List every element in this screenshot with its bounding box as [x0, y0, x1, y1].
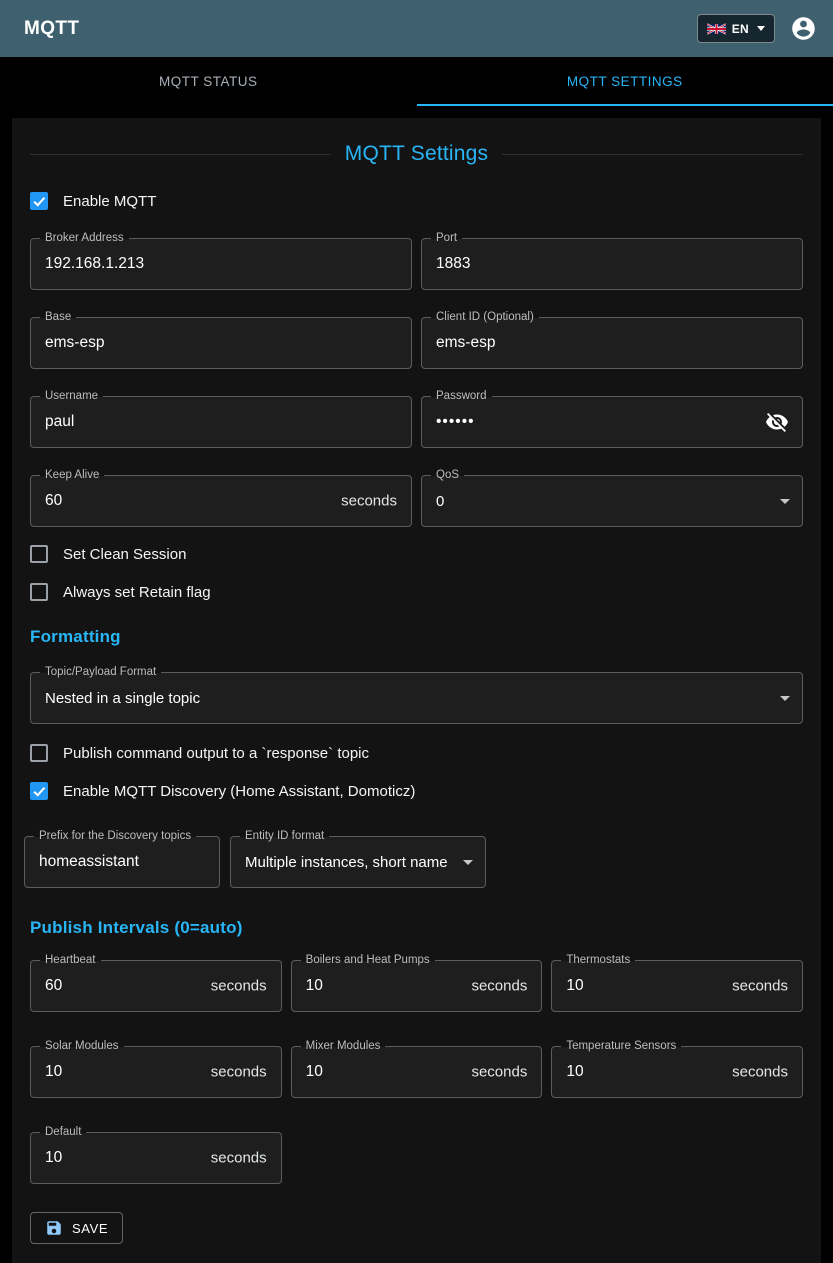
keep-alive-field: Keep Alive seconds — [30, 475, 412, 527]
field-label: Entity ID format — [240, 830, 329, 843]
enable-mqtt-checkbox[interactable]: Enable MQTT — [30, 192, 156, 210]
mqtt-discovery-checkbox[interactable]: Enable MQTT Discovery (Home Assistant, D… — [30, 782, 415, 800]
field-label: Client ID (Optional) — [431, 311, 539, 324]
field-label: Prefix for the Discovery topics — [34, 830, 196, 843]
language-button[interactable]: EN — [697, 14, 775, 43]
field-label: Broker Address — [40, 232, 129, 245]
app-bar: MQTT EN — [0, 0, 833, 57]
checkbox-icon — [30, 744, 48, 762]
language-label: EN — [732, 22, 749, 36]
publish-intervals-heading: Publish Intervals (0=auto) — [30, 918, 803, 938]
publish-intervals-grid: Heartbeat seconds Boilers and Heat Pumps… — [30, 960, 803, 1184]
settings-card: MQTT Settings Enable MQTT Broker Address… — [12, 118, 821, 1263]
password-input[interactable] — [422, 397, 802, 447]
field-label: Password — [431, 390, 492, 403]
field-suffix: seconds — [341, 493, 397, 510]
account-circle-icon — [790, 15, 817, 42]
client-id-field: Client ID (Optional) — [421, 317, 803, 369]
password-field: Password — [421, 396, 803, 448]
field-label: Base — [40, 311, 76, 324]
thermostats-field: Thermostats seconds — [551, 960, 803, 1012]
entity-id-format-selected-value: Multiple instances, short name — [231, 837, 485, 887]
base-input[interactable] — [31, 318, 411, 368]
qos-select[interactable]: QoS 0 — [421, 475, 803, 527]
discovery-prefix-field: Prefix for the Discovery topics — [24, 836, 220, 888]
field-label: Keep Alive — [40, 469, 104, 482]
field-suffix: seconds — [211, 1064, 267, 1081]
default-interval-field: Default seconds — [30, 1132, 282, 1184]
field-suffix: seconds — [732, 1064, 788, 1081]
checkbox-label: Always set Retain flag — [63, 584, 211, 601]
field-suffix: seconds — [732, 978, 788, 995]
checkbox-label: Enable MQTT — [63, 193, 156, 210]
field-label: QoS — [431, 469, 464, 482]
solar-modules-field: Solar Modules seconds — [30, 1046, 282, 1098]
divider — [30, 154, 331, 155]
username-input[interactable] — [31, 397, 411, 447]
tab-bar: MQTT STATUS MQTT SETTINGS — [0, 57, 833, 106]
field-suffix: seconds — [471, 978, 527, 995]
client-id-input[interactable] — [422, 318, 802, 368]
field-suffix: seconds — [211, 978, 267, 995]
tab-mqtt-settings[interactable]: MQTT SETTINGS — [417, 57, 833, 106]
field-label: Mixer Modules — [301, 1040, 386, 1053]
boilers-heat-pumps-field: Boilers and Heat Pumps seconds — [291, 960, 543, 1012]
page-title: MQTT Settings — [345, 142, 488, 166]
port-input[interactable] — [422, 239, 802, 289]
field-label: Default — [40, 1126, 86, 1139]
checkbox-label: Publish command output to a `response` t… — [63, 745, 369, 762]
app-title: MQTT — [24, 18, 697, 40]
connection-fields-grid: Broker Address Port Base Client ID (Opti… — [30, 238, 803, 527]
qos-selected-value: 0 — [422, 476, 802, 526]
dropdown-arrow-icon — [463, 860, 473, 865]
save-button-label: SAVE — [72, 1221, 108, 1236]
page-title-row: MQTT Settings — [30, 142, 803, 166]
entity-id-format-select[interactable]: Entity ID format Multiple instances, sho… — [230, 836, 486, 888]
broker-address-field: Broker Address — [30, 238, 412, 290]
dropdown-arrow-icon — [780, 696, 790, 701]
checkbox-icon — [30, 583, 48, 601]
field-label: Boilers and Heat Pumps — [301, 954, 435, 967]
field-suffix: seconds — [211, 1150, 267, 1167]
checkbox-icon — [30, 192, 48, 210]
field-label: Solar Modules — [40, 1040, 124, 1053]
temperature-sensors-field: Temperature Sensors seconds — [551, 1046, 803, 1098]
topic-format-select[interactable]: Topic/Payload Format Nested in a single … — [30, 672, 803, 724]
retain-flag-checkbox[interactable]: Always set Retain flag — [30, 583, 211, 601]
discovery-prefix-input[interactable] — [25, 837, 219, 887]
checkbox-label: Set Clean Session — [63, 546, 186, 563]
visibility-off-icon — [765, 410, 789, 434]
divider — [502, 154, 803, 155]
field-label: Temperature Sensors — [561, 1040, 681, 1053]
formatting-heading: Formatting — [30, 627, 803, 647]
field-label: Thermostats — [561, 954, 635, 967]
chevron-down-icon — [757, 26, 765, 31]
field-label: Heartbeat — [40, 954, 101, 967]
save-button[interactable]: SAVE — [30, 1212, 123, 1244]
topic-format-selected-value: Nested in a single topic — [31, 673, 802, 723]
save-icon — [45, 1219, 63, 1237]
field-label: Port — [431, 232, 462, 245]
broker-address-input[interactable] — [31, 239, 411, 289]
uk-flag-icon — [707, 23, 726, 35]
username-field: Username — [30, 396, 412, 448]
toggle-password-visibility-button[interactable] — [761, 406, 793, 438]
heartbeat-field: Heartbeat seconds — [30, 960, 282, 1012]
clean-session-checkbox[interactable]: Set Clean Session — [30, 545, 186, 563]
checkbox-icon — [30, 545, 48, 563]
port-field: Port — [421, 238, 803, 290]
field-label: Username — [40, 390, 103, 403]
tab-mqtt-status[interactable]: MQTT STATUS — [0, 57, 417, 106]
base-field: Base — [30, 317, 412, 369]
discovery-fields-row: Prefix for the Discovery topics Entity I… — [24, 836, 803, 888]
account-button[interactable] — [785, 11, 821, 47]
field-suffix: seconds — [471, 1064, 527, 1081]
dropdown-arrow-icon — [780, 499, 790, 504]
mixer-modules-field: Mixer Modules seconds — [291, 1046, 543, 1098]
checkbox-icon — [30, 782, 48, 800]
publish-response-checkbox[interactable]: Publish command output to a `response` t… — [30, 744, 369, 762]
checkbox-label: Enable MQTT Discovery (Home Assistant, D… — [63, 783, 415, 800]
field-label: Topic/Payload Format — [40, 666, 161, 679]
